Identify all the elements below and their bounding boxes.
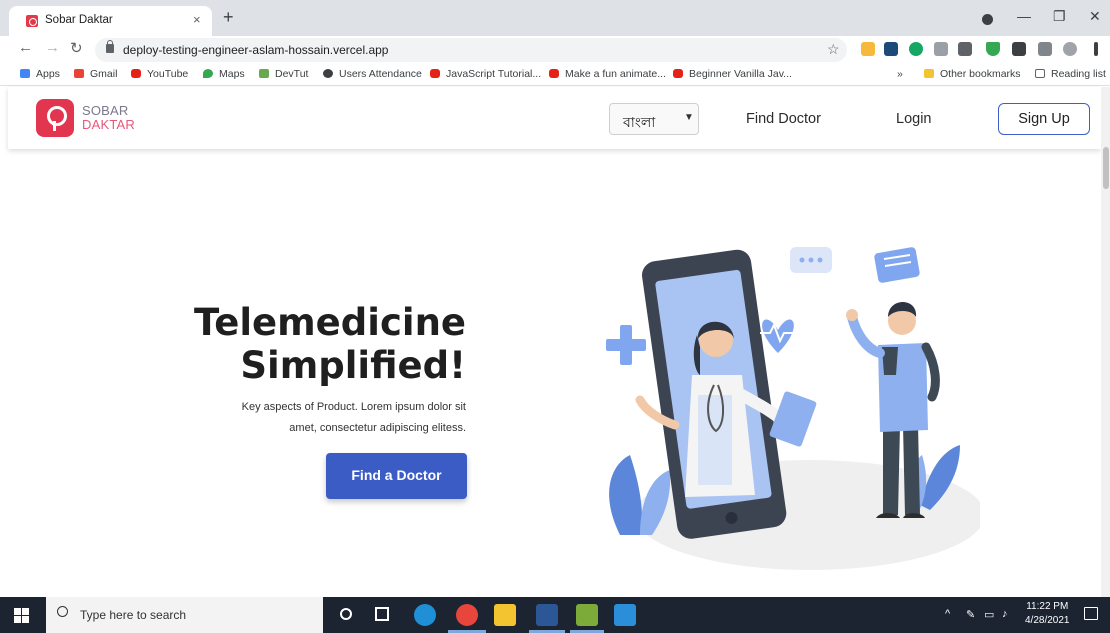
back-icon[interactable]: ← [18,39,33,56]
extension-grid-icon[interactable] [884,42,898,56]
media-control-icon[interactable] [1038,42,1052,56]
youtube-icon [549,69,559,78]
bookmark-devtut[interactable]: DevTut [259,68,308,80]
shield-extension-icon[interactable] [986,42,1000,56]
address-bar[interactable]: deploy-testing-engineer-aslam-hossain.ve… [95,38,847,62]
youtube-icon [131,69,141,78]
logo-text-daktar: DAKTAR [82,117,135,132]
lock-icon [106,40,114,53]
nav-find-doctor[interactable]: Find Doctor [746,111,821,127]
folder-icon [924,69,934,78]
file-explorer-icon[interactable] [494,604,516,626]
maps-pin-icon [203,69,213,78]
browser-menu-icon[interactable] [1094,42,1098,56]
bookmark-other[interactable]: Other bookmarks [924,68,1021,80]
app-icon[interactable] [576,604,598,626]
edge-icon[interactable] [414,604,436,626]
youtube-icon [430,69,440,78]
tray-volume-icon[interactable]: ♪ [1002,608,1008,620]
url-text: deploy-testing-engineer-aslam-hossain.ve… [123,43,389,57]
nav-login[interactable]: Login [896,111,931,127]
tray-chevron-icon[interactable]: ^ [945,608,950,620]
forward-icon[interactable]: → [45,39,60,56]
close-window-icon[interactable]: ✕ [1089,8,1101,25]
bookmark-gmail[interactable]: Gmail [74,68,117,80]
taskbar-search-box[interactable]: Type here to search [46,597,323,633]
grammarly-icon[interactable] [909,42,923,56]
bookmark-maps[interactable]: Maps [203,68,245,80]
windows-start-icon[interactable] [14,608,29,623]
extension-thumb-icon[interactable] [861,42,875,56]
signup-button[interactable]: Sign Up [998,103,1090,135]
search-icon [57,606,68,617]
bookmark-javascript-tutorial[interactable]: JavaScript Tutorial... [430,68,541,80]
profile-avatar[interactable] [1063,42,1077,56]
signup-label: Sign Up [1018,111,1070,127]
bookmark-star-icon[interactable]: ☆ [827,41,840,58]
task-view-icon[interactable] [375,607,389,621]
camera-extension-icon[interactable] [934,42,948,56]
calendar-extension-icon[interactable] [958,42,972,56]
reading-list-icon [1035,69,1045,78]
apps-grid-icon [20,69,30,78]
browser-tab[interactable]: Sobar Daktar × [9,6,212,36]
logo-text-sobar: SOBAR [82,103,129,118]
devtut-icon [259,69,269,78]
bookmark-vanilla-js[interactable]: Beginner Vanilla Jav... [673,68,792,80]
youtube-icon [673,69,683,78]
bookmarks-bar: Apps Gmail YouTube Maps DevTut Users Att… [0,64,1110,86]
new-tab-button[interactable]: + [223,7,234,28]
language-value: বাংলা [623,115,656,131]
tray-pen-icon[interactable]: ✎ [966,608,975,621]
bookmark-users-attendance[interactable]: Users Attendance [323,68,422,80]
clock-date: 4/28/2021 [1025,615,1070,626]
word-icon[interactable] [536,604,558,626]
find-a-doctor-label: Find a Doctor [351,467,442,483]
bookmark-apps[interactable]: Apps [20,68,60,80]
chevron-down-icon: ▼ [684,112,694,123]
language-select[interactable]: বাংলা ▼ [609,103,699,135]
tab-search-icon[interactable] [982,14,993,25]
clock-time: 11:22 PM [1026,601,1069,612]
telemedicine-illustration [606,247,980,570]
reload-icon[interactable]: ↻ [70,39,83,57]
site-favicon-icon [26,15,38,27]
tray-network-icon[interactable]: ▭ [984,608,994,621]
tab-close-icon[interactable]: × [193,12,201,27]
stethoscope-logo-icon[interactable] [36,99,74,137]
site-header: SOBAR DAKTAR বাংলা ▼ Find Doctor Login S… [8,87,1101,149]
windows-taskbar: Type here to search ^ ✎ ▭ ♪ 11:22 PM 4/2… [0,597,1110,633]
tab-title: Sobar Daktar [45,14,113,26]
extensions-puzzle-icon[interactable] [1012,42,1026,56]
browser-tabstrip: Sobar Daktar × + — ❐ ✕ [0,0,1110,36]
hero-title: Telemedicine Simplified! [193,301,466,387]
find-a-doctor-button[interactable]: Find a Doctor [326,453,467,499]
scrollbar-thumb[interactable] [1103,147,1109,189]
bookmarks-overflow-icon[interactable]: » [897,68,903,80]
taskbar-search-placeholder: Type here to search [80,608,187,622]
restore-icon[interactable]: ❐ [1053,8,1066,25]
taskbar-clock[interactable]: 11:22 PM 4/28/2021 [1025,600,1070,628]
hero-subtitle: Key aspects of Product. Lorem ipsum dolo… [241,401,466,434]
gmail-icon [74,69,84,78]
bookmark-fun-animate[interactable]: Make a fun animate... [549,68,666,80]
reading-list-button[interactable]: Reading list [1035,68,1106,80]
bookmark-youtube[interactable]: YouTube [131,68,188,80]
minimize-icon[interactable]: — [1017,8,1031,24]
globe-icon [323,69,333,78]
vscode-icon[interactable] [614,604,636,626]
chrome-icon[interactable] [456,604,478,626]
cortana-icon[interactable] [340,608,352,620]
notification-icon[interactable] [1084,607,1098,620]
web-page: SOBAR DAKTAR বাংলা ▼ Find Doctor Login S… [0,87,1110,597]
